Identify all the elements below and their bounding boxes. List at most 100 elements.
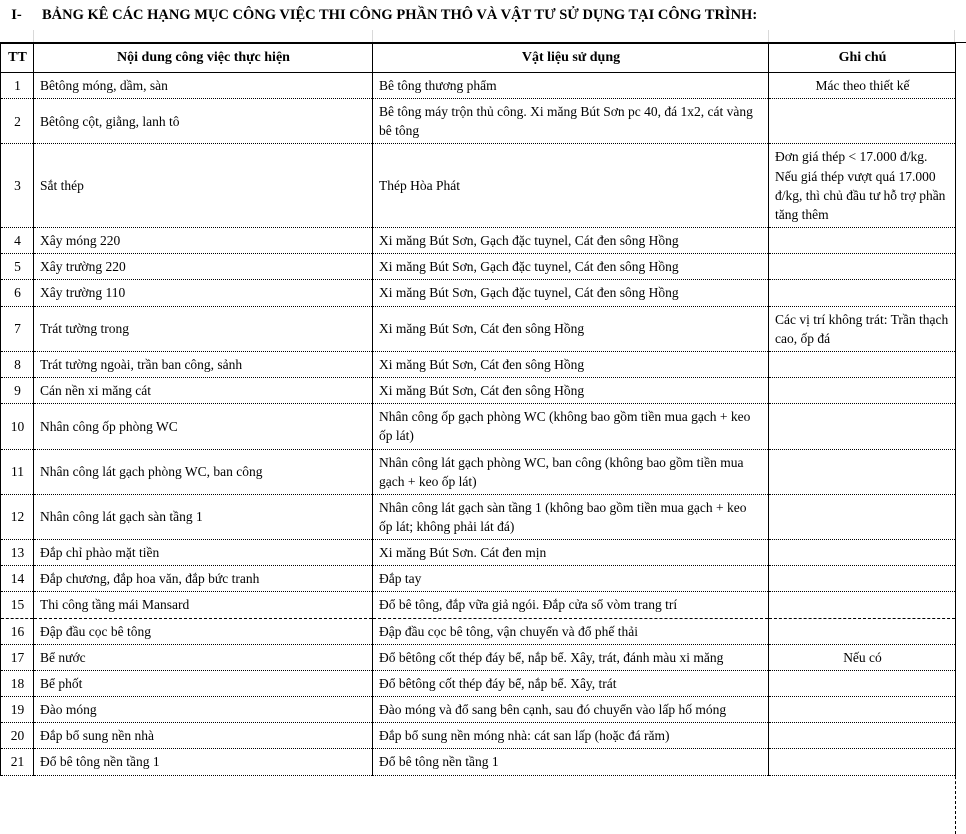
cell-tt: 13 [0, 539, 34, 567]
cell-tt: 8 [0, 350, 34, 379]
cell-noi-dung: Xây trường 110 [33, 279, 373, 307]
table-row: 14 Đắp chương, đắp hoa văn, đắp bức tranh… [0, 565, 956, 593]
worksheet-page: I- BẢNG KÊ CÁC HẠNG MỤC CÔNG VIỆC THI CÔ… [0, 0, 966, 834]
table-row: 16 Đập đầu cọc bê tông Đập đầu cọc bê tông… [0, 617, 956, 645]
cell-vat-lieu: Đổ bêtông cốt thép đáy bể, nắp bể. Xây, … [372, 669, 769, 698]
cell-noi-dung: Xây trường 220 [33, 253, 373, 281]
table-row: 1 Bêtông móng, dầm, sàn Bê tông thương phẩ… [0, 71, 956, 100]
table-row: 7 Trát tường trong Xi măng Bút Sơn, Cát đe… [0, 305, 956, 352]
table-row: 13 Đắp chỉ phào mặt tiền Xi măng Bút Sơn. … [0, 539, 956, 567]
cell-ghi-chu: Các vị trí không trát: Trần thạch cao, ố… [768, 305, 956, 352]
cell-tt: 4 [0, 227, 34, 255]
table-header-row: TT Nội dung công việc thực hiện Vật liệu… [0, 43, 956, 73]
cell-vat-lieu: Nhân công lát gạch phòng WC, ban công (k… [372, 448, 769, 495]
column-tick-3 [768, 30, 769, 42]
cell-tt: 17 [0, 643, 34, 671]
cell-ghi-chu [768, 591, 956, 619]
cell-tt: 16 [0, 617, 34, 645]
table-row: 6 Xây trường 110 Xi măng Bút Sơn, Gạch đặc… [0, 279, 956, 307]
table-row: 20 Đắp bổ sung nền nhà Đắp bổ sung nền món… [0, 722, 956, 750]
cell-noi-dung: Trát tường ngoài, trần ban công, sảnh [33, 350, 373, 379]
header-vat-lieu: Vật liệu sử dụng [372, 43, 769, 73]
column-tick-1 [33, 30, 34, 42]
cell-ghi-chu [768, 696, 956, 724]
cell-ghi-chu [768, 565, 956, 593]
table-row: 11 Nhân công lát gạch phòng WC, ban công N… [0, 448, 956, 495]
cell-tt: 12 [0, 493, 34, 541]
cell-noi-dung: Sắt thép [33, 143, 373, 229]
cell-ghi-chu [768, 98, 956, 145]
cell-noi-dung: Bể nước [33, 643, 373, 671]
cell-ghi-chu: Mác theo thiết kế [768, 71, 956, 100]
table-row: 2 Bêtông cột, giằng, lanh tô Bê tông máy t… [0, 98, 956, 145]
cell-tt: 6 [0, 279, 34, 307]
page-title: BẢNG KÊ CÁC HẠNG MỤC CÔNG VIỆC THI CÔNG … [42, 6, 758, 23]
cell-vat-lieu: Thép Hòa Phát [372, 143, 769, 229]
table-row: 4 Xây móng 220 Xi măng Bút Sơn, Gạch đặc t… [0, 227, 956, 255]
table-row: 19 Đào móng Đào móng và đổ sang bên cạnh, … [0, 696, 956, 724]
cell-vat-lieu: Xi măng Bút Sơn, Cát đen sông Hồng [372, 350, 769, 379]
table-row: 21 Đổ bê tông nền tầng 1 Đổ bê tông nền tầ… [0, 748, 956, 776]
cell-noi-dung: Trát tường trong [33, 305, 373, 352]
cell-vat-lieu: Nhân công lát gạch sàn tầng 1 (không bao… [372, 493, 769, 541]
cell-vat-lieu: Xi măng Bút Sơn, Gạch đặc tuynel, Cát đe… [372, 279, 769, 307]
cell-tt: 14 [0, 565, 34, 593]
cell-noi-dung: Bêtông móng, dầm, sàn [33, 71, 373, 100]
cell-vat-lieu: Đổ bê tông nền tầng 1 [372, 748, 769, 776]
cell-ghi-chu [768, 350, 956, 379]
header-ghi-chu: Ghi chú [768, 43, 956, 73]
table-row: 10 Nhân công ốp phòng WC Nhân công ốp gạch… [0, 403, 956, 450]
cell-noi-dung: Đập đầu cọc bê tông [33, 617, 373, 645]
cell-vat-lieu: Bê tông máy trộn thủ công. Xi măng Bút S… [372, 98, 769, 145]
cell-ghi-chu [768, 253, 956, 281]
cell-noi-dung: Đào móng [33, 696, 373, 724]
cell-vat-lieu: Nhân công ốp gạch phòng WC (không bao gồ… [372, 403, 769, 450]
cell-vat-lieu: Xi măng Bút Sơn. Cát đen mịn [372, 539, 769, 567]
cell-ghi-chu [768, 493, 956, 541]
cell-ghi-chu [768, 617, 956, 645]
table-row: 12 Nhân công lát gạch sàn tầng 1 Nhân công… [0, 493, 956, 541]
document-title-row: I- BẢNG KÊ CÁC HẠNG MỤC CÔNG VIỆC THI CÔ… [0, 0, 966, 30]
cell-tt: 2 [0, 98, 34, 145]
cell-noi-dung: Nhân công ốp phòng WC [33, 403, 373, 450]
cell-vat-lieu: Đập đầu cọc bê tông, vận chuyển và đổ ph… [372, 617, 769, 645]
table-row: 5 Xây trường 220 Xi măng Bút Sơn, Gạch đặc… [0, 253, 956, 281]
cell-vat-lieu: Đắp bổ sung nền móng nhà: cát san lấp (h… [372, 722, 769, 750]
cell-tt: 18 [0, 669, 34, 698]
cell-noi-dung: Nhân công lát gạch sàn tầng 1 [33, 493, 373, 541]
cell-noi-dung: Xây móng 220 [33, 227, 373, 255]
cell-vat-lieu: Xi măng Bút Sơn, Gạch đặc tuynel, Cát đe… [372, 253, 769, 281]
cell-tt: 15 [0, 591, 34, 619]
cell-ghi-chu [768, 669, 956, 698]
print-area-right-edge [955, 42, 956, 834]
table-row: 9 Cán nền xi măng cát Xi măng Bút Sơn, Cát… [0, 377, 956, 405]
title-spacer-row [0, 30, 966, 43]
table-row: 18 Bể phốt Đổ bêtông cốt thép đáy bể, nắp … [0, 669, 956, 698]
cell-tt: 1 [0, 71, 34, 100]
column-tick-2 [372, 30, 373, 42]
cell-vat-lieu: Bê tông thương phẩm [372, 71, 769, 100]
table-body: 1 Bêtông móng, dầm, sàn Bê tông thương phẩ… [0, 71, 956, 776]
header-noi-dung: Nội dung công việc thực hiện [33, 43, 373, 73]
cell-ghi-chu [768, 377, 956, 405]
cell-tt: 10 [0, 403, 34, 450]
cell-tt: 5 [0, 253, 34, 281]
header-tt: TT [0, 43, 34, 73]
cell-tt: 20 [0, 722, 34, 750]
cell-tt: 9 [0, 377, 34, 405]
section-number: I- [11, 6, 22, 23]
table-row: 3 Sắt thép Thép Hòa Phát Đơn giá thép < 17.… [0, 143, 956, 229]
cell-ghi-chu [768, 227, 956, 255]
cell-ghi-chu: Nếu có [768, 643, 956, 671]
cell-noi-dung: Nhân công lát gạch phòng WC, ban công [33, 448, 373, 495]
cell-vat-lieu: Đổ bêtông cốt thép đáy bể, nắp bể. Xây, … [372, 643, 769, 671]
cell-ghi-chu: Đơn giá thép < 17.000 đ/kg. Nếu giá thép… [768, 143, 956, 229]
cell-vat-lieu: Đào móng và đổ sang bên cạnh, sau đó chu… [372, 696, 769, 724]
cell-tt: 11 [0, 448, 34, 495]
cell-vat-lieu: Xi măng Bút Sơn, Gạch đặc tuynel, Cát đe… [372, 227, 769, 255]
cell-ghi-chu [768, 279, 956, 307]
cell-noi-dung: Bể phốt [33, 669, 373, 698]
cell-vat-lieu: Xi măng Bút Sơn, Cát đen sông Hồng [372, 377, 769, 405]
cell-noi-dung: Đổ bê tông nền tầng 1 [33, 748, 373, 776]
column-tick-4 [954, 30, 955, 42]
